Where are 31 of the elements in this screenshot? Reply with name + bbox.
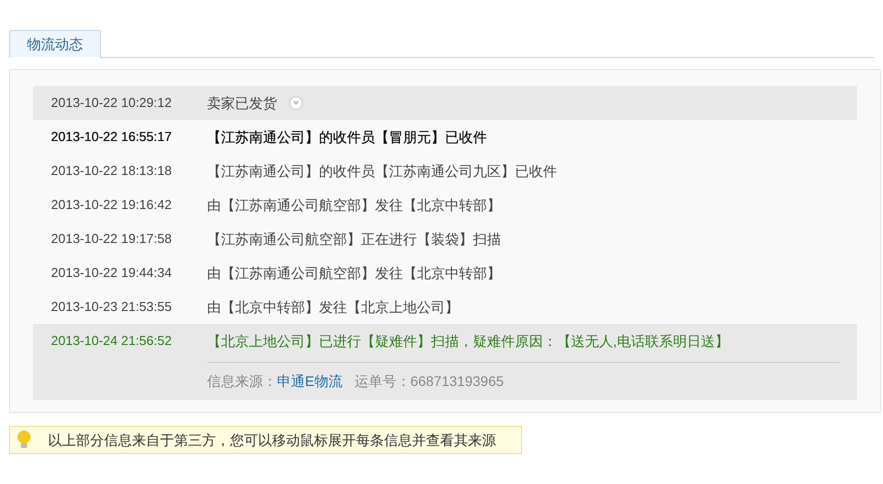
event-text: 由【江苏南通公司航空部】发往【北京中转部】 — [207, 196, 501, 214]
source-label: 信息来源： — [207, 372, 277, 391]
event-time: 2013-10-24 21:56:52 — [51, 332, 173, 350]
event-row[interactable]: 2013-10-24 21:56:52 【北京上地公司】已进行【疑难件】扫描，疑难件原因：【送无人,电话联系明日送】 信息来源：申通E物流 运单号：668713193965 — [33, 324, 857, 400]
event-time: 2013-10-22 19:17:58 — [51, 230, 173, 248]
event-row[interactable]: 2013-10-22 16:55:17 【江苏南通公司】的收件员【冒朋元】已收件 — [33, 120, 857, 154]
event-time: 2013-10-23 21:53:55 — [51, 298, 173, 316]
event-text: 由【北京中转部】发往【北京上地公司】 — [207, 298, 459, 316]
event-row[interactable]: 2013-10-22 10:29:12 卖家已发货 — [33, 86, 857, 120]
waybill-number: 运单号：668713193965 — [354, 372, 504, 391]
event-text: 【江苏南通公司航空部】正在进行【装袋】扫描 — [207, 230, 501, 248]
event-time: 2013-10-22 18:13:18 — [51, 162, 173, 180]
event-time: 2013-10-22 19:16:42 — [51, 196, 173, 214]
lightbulb-icon — [16, 430, 32, 450]
event-text: 【江苏南通公司】的收件员【冒朋元】已收件 — [207, 128, 487, 146]
event-text: 由【江苏南通公司航空部】发往【北京中转部】 — [207, 264, 501, 282]
event-text: 【江苏南通公司】的收件员【江苏南通公司九区】已收件 — [207, 162, 557, 180]
source-link[interactable]: 申通E物流 — [277, 371, 342, 392]
event-row[interactable]: 2013-10-22 18:13:18 【江苏南通公司】的收件员【江苏南通公司九区】已收件 — [33, 154, 857, 188]
tab[interactable]: 物流动态 — [9, 30, 101, 58]
event-row[interactable]: 2013-10-22 19:16:42 由【江苏南通公司航空部】发往【北京中转部】 — [33, 188, 857, 222]
event-row[interactable]: 2013-10-22 19:44:34 由【江苏南通公司航空部】发往【北京中转部】 — [33, 256, 857, 290]
expand-icon[interactable] — [289, 96, 303, 110]
event-time: 2013-10-22 10:29:12 — [51, 94, 173, 112]
event-text: 【北京上地公司】已进行【疑难件】扫描，疑难件原因：【送无人,电话联系明日送】 — [207, 332, 729, 350]
tip-text: 以上部分信息来自于第三方，您可以移动鼠标展开每条信息并查看其来源 — [48, 430, 496, 450]
event-row[interactable]: 2013-10-22 19:17:58 【江苏南通公司航空部】正在进行【装袋】扫描 — [33, 222, 857, 256]
event-time: 2013-10-22 19:44:34 — [51, 264, 173, 282]
event-time: 2013-10-22 16:55:17 — [51, 128, 173, 146]
event-text: 卖家已发货 — [207, 94, 277, 112]
event-row[interactable]: 2013-10-23 21:53:55 由【北京中转部】发往【北京上地公司】 — [33, 290, 857, 324]
